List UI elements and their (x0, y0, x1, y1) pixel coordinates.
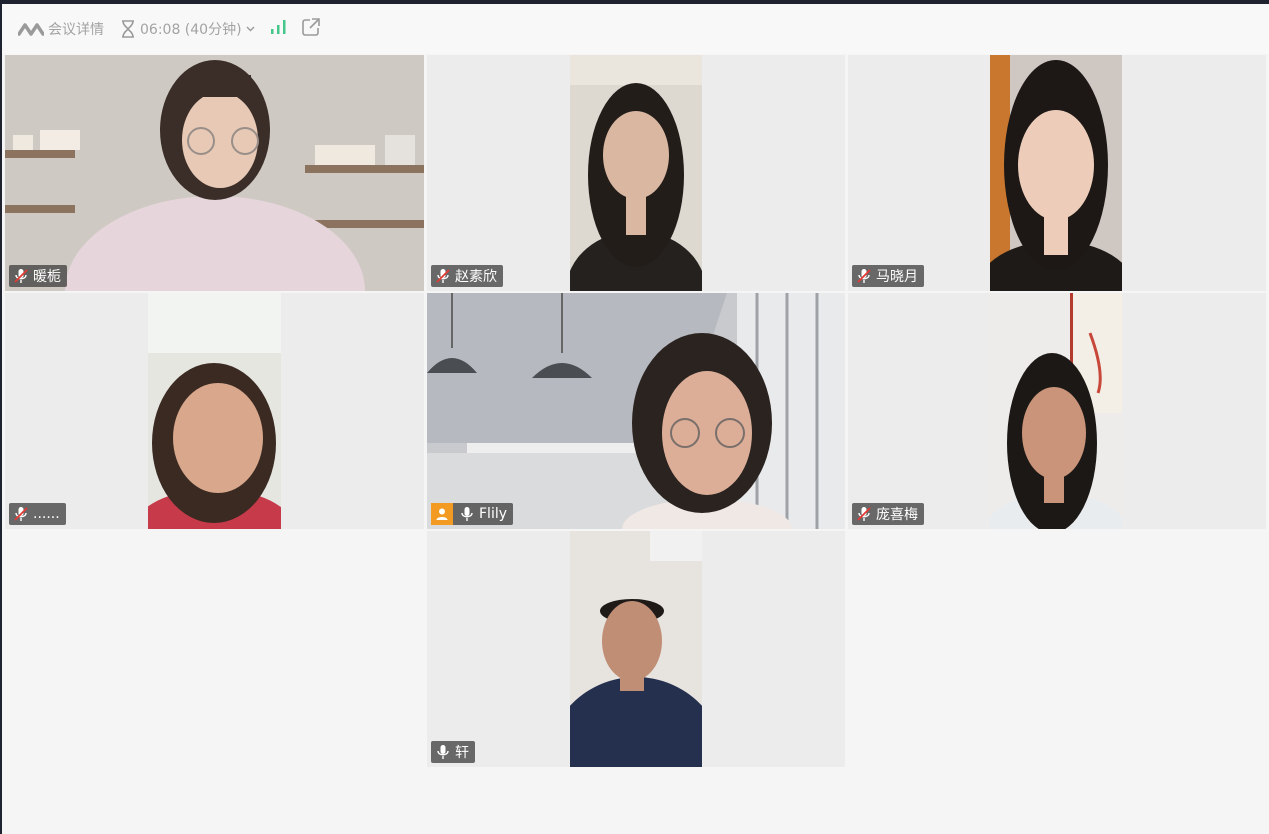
mic-muted-icon (13, 268, 29, 284)
signal-icon[interactable] (269, 19, 287, 39)
meeting-details-button[interactable]: 会议详情 (18, 19, 104, 39)
meeting-toolbar: 会议详情 06:08 (40分钟) (2, 4, 1269, 54)
chevron-down-icon (246, 26, 255, 32)
participant-name: 轩 (455, 745, 469, 761)
participant-video (990, 293, 1122, 529)
participant-video (570, 55, 702, 291)
video-tile[interactable]: 马晓月 (848, 55, 1266, 291)
participant-name: 暖栀 (33, 269, 61, 285)
hourglass-icon (120, 20, 136, 38)
participant-name-tag: 轩 (431, 741, 475, 763)
video-tile[interactable]: 赵素欣 (427, 55, 845, 291)
participant-name: 马晓月 (876, 269, 918, 285)
video-tile-active-speaker[interactable]: Flily (427, 293, 845, 529)
share-out-icon[interactable] (301, 17, 321, 41)
participant-name: Flily (479, 506, 508, 522)
participant-name-tag: ...... (9, 503, 66, 525)
participant-video (427, 293, 845, 529)
participant-name: 庞喜梅 (876, 507, 918, 523)
video-tile[interactable]: 暖栀 (5, 55, 424, 291)
mic-icon (435, 744, 451, 760)
participant-name-tag: 庞喜梅 (852, 503, 924, 525)
video-tile[interactable]: 庞喜梅 (848, 293, 1266, 529)
participant-name-tag: 赵素欣 (431, 265, 503, 287)
participant-video (148, 293, 281, 529)
mic-icon (459, 506, 475, 522)
mic-muted-icon (856, 506, 872, 522)
participant-video (5, 55, 424, 291)
participant-video (990, 55, 1122, 291)
participant-name-tag: Flily (431, 503, 514, 525)
meeting-timer-text: 06:08 (40分钟) (140, 22, 242, 38)
tencent-meeting-logo-icon (18, 22, 44, 36)
video-tile[interactable]: 轩 (427, 531, 845, 767)
mic-muted-icon (435, 268, 451, 284)
participant-name-tag: 暖栀 (9, 265, 67, 287)
participant-name: 赵素欣 (455, 269, 497, 285)
video-tile[interactable]: ...... (5, 293, 424, 529)
participant-video (570, 531, 702, 767)
mic-muted-icon (856, 268, 872, 284)
participant-name: ...... (33, 506, 60, 522)
meeting-window: 会议详情 06:08 (40分钟) 暖栀 赵素欣 马晓月 ...... Flil… (2, 4, 1269, 834)
meeting-details-label: 会议详情 (48, 22, 104, 38)
participant-name-tag: 马晓月 (852, 265, 924, 287)
host-user-icon (431, 503, 453, 525)
mic-muted-icon (13, 506, 29, 522)
meeting-timer[interactable]: 06:08 (40分钟) (120, 19, 255, 39)
